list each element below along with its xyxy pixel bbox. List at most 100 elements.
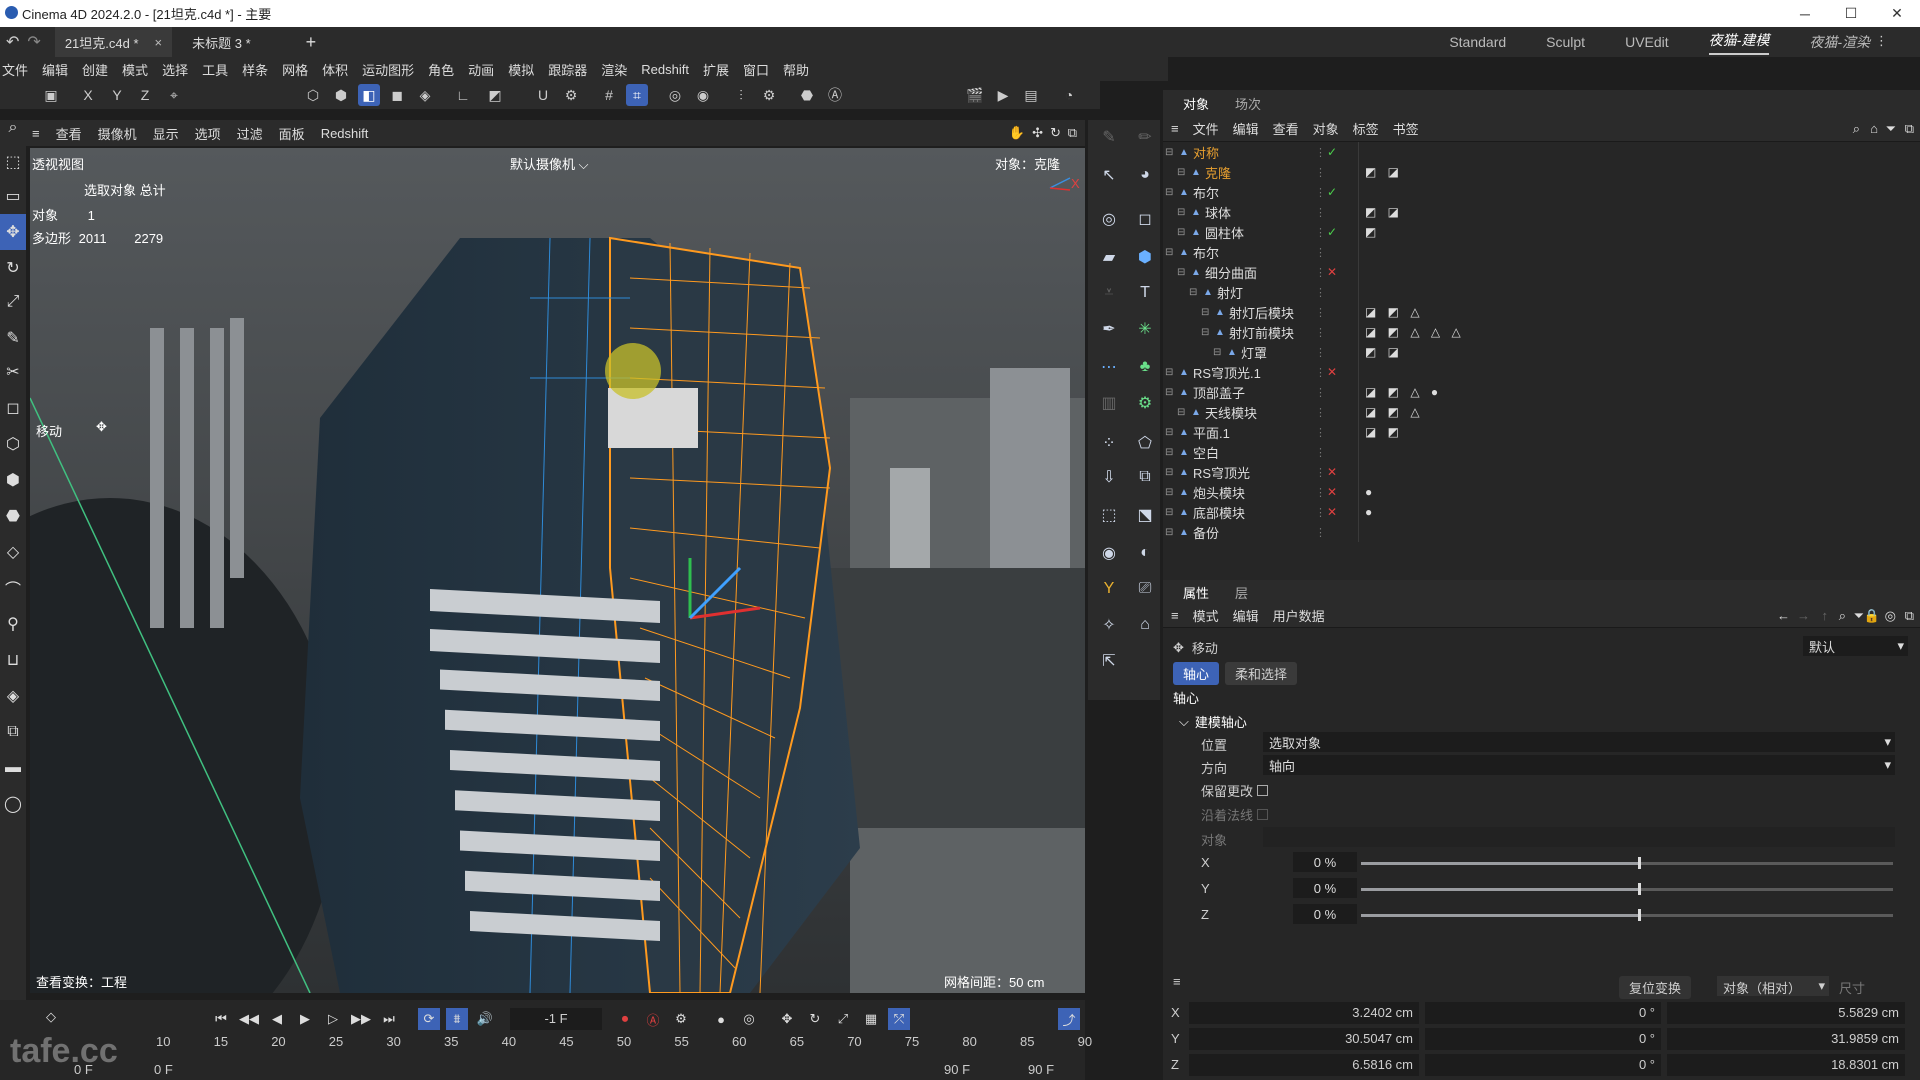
tree-row[interactable]: ⊟ ▲ 炮头模块 ⋮ ✕ ● (1163, 482, 1920, 502)
download-icon[interactable]: ⇩ (1096, 464, 1122, 490)
polygon-tool-icon[interactable]: ⬢ (0, 462, 26, 498)
object-menu-tags[interactable]: 标签 (1353, 119, 1379, 138)
tree-expand-icon[interactable]: ⊟ (1165, 387, 1173, 398)
menu-mograph[interactable]: 运动图形 (362, 60, 414, 79)
x-slider-knob[interactable] (1637, 857, 1641, 869)
dolly-icon[interactable]: ✣ (1032, 125, 1043, 141)
object-menu-icon[interactable]: ≡ (1171, 121, 1179, 136)
visibility-dots-icon[interactable]: ⋮ (1315, 466, 1326, 479)
tab-attributes[interactable]: 属性 (1177, 583, 1215, 602)
view-menu-view[interactable]: 查看 (56, 124, 82, 143)
orbit-icon[interactable]: ↻ (1050, 125, 1061, 141)
tree-row[interactable]: ⊟ ▲ 空白 ⋮ (1163, 442, 1920, 462)
coord-position-field[interactable]: 3.2402 cm (1189, 1002, 1419, 1024)
cube-primitive-icon[interactable]: ⬢ (1132, 244, 1158, 270)
tree-row[interactable]: ⊟ ▲ 布尔 ⋮ (1163, 242, 1920, 262)
timeline-ruler[interactable]: 10 15 20 25 30 35 40 45 50 55 60 65 70 75 80 85 90 (0, 1034, 1092, 1054)
magnet-icon[interactable]: U (532, 84, 554, 106)
cube-icon[interactable]: ⬡ (0, 426, 26, 462)
null-object-icon[interactable]: ◎ (1096, 206, 1122, 232)
menu-select[interactable]: 选择 (162, 60, 188, 79)
tree-row[interactable]: ⊟ ▲ 灯罩 ⋮ ◩ ◪ (1163, 342, 1920, 362)
y-field[interactable]: 0 % (1293, 878, 1357, 898)
keyframe-settings-icon[interactable]: ⚙ (670, 1008, 692, 1030)
visibility-dots-icon[interactable]: ⋮ (1315, 326, 1326, 339)
object-tags[interactable]: ● (1365, 505, 1376, 519)
attr-menu-mode[interactable]: 模式 (1193, 606, 1219, 625)
light-icon[interactable]: ⌂ (1132, 612, 1158, 638)
magnet-tool-icon[interactable]: ⊔ (0, 642, 26, 678)
tree-row[interactable]: ⊟ ▲ 球体 ⋮ ◩ ◪ (1163, 202, 1920, 222)
tree-row[interactable]: ⊟ ▲ 克隆 ⋮ ◩ ◪ (1163, 162, 1920, 182)
tab-layers[interactable]: 层 (1229, 583, 1254, 602)
reset-transform-button[interactable]: 复位变换 (1619, 976, 1692, 999)
preview-end[interactable]: 90 F (944, 1062, 970, 1077)
effector-icon[interactable]: ⚙ (1132, 390, 1158, 416)
tree-row[interactable]: ⊟ ▲ 圆柱体 ⋮ ✓ ◩ (1163, 222, 1920, 242)
axis-y-toggle[interactable]: Y (106, 84, 128, 106)
bridge-icon[interactable]: ⌒ (0, 570, 26, 606)
coords-mode-dropdown[interactable]: 对象（相对） ▾ (1717, 976, 1829, 996)
keep-changes-checkbox[interactable] (1257, 785, 1269, 796)
draw-icon[interactable]: ✏ (1132, 124, 1158, 150)
go-to-end-icon[interactable]: ⏭ (378, 1008, 400, 1030)
stairs-icon[interactable]: ⩡ (1096, 280, 1122, 306)
object-tags[interactable]: ◪ ◩ △ (1365, 405, 1424, 419)
undo-icon[interactable]: ↶ (6, 32, 19, 52)
sculpt-icon[interactable]: ◯ (0, 786, 26, 822)
go-to-start-icon[interactable]: ⏮ (210, 1008, 232, 1030)
tree-expand-icon[interactable]: ⊟ (1213, 347, 1221, 358)
tab-takes[interactable]: 场次 (1229, 94, 1267, 113)
square-icon[interactable]: ◻ (1132, 206, 1158, 232)
fps-icon[interactable]: ⩩ (446, 1008, 468, 1030)
tree-row[interactable]: ⊟ ▲ 射灯后模块 ⋮ ◪ ◩ △ (1163, 302, 1920, 322)
visibility-dots-icon[interactable]: ⋮ (1315, 206, 1326, 219)
menu-tools[interactable]: 工具 (202, 60, 228, 79)
layout-uvedit[interactable]: UVEdit (1625, 34, 1669, 50)
menu-help[interactable]: 帮助 (783, 60, 809, 79)
menu-edit[interactable]: 编辑 (42, 60, 68, 79)
visibility-dots-icon[interactable]: ⋮ (1315, 446, 1326, 459)
visibility-dots-icon[interactable]: ⋮ (1315, 506, 1326, 519)
forward-icon[interactable]: → (1797, 608, 1810, 623)
doc-tab-active[interactable]: 21坦克.c4d * × (54, 27, 173, 57)
object-link-field[interactable] (1263, 827, 1895, 847)
coord-rotation-field[interactable]: 0 ° (1425, 1054, 1661, 1076)
object-search-icon[interactable]: ⌕ (1853, 121, 1860, 137)
coord-rotation-field[interactable]: 0 ° (1425, 1002, 1661, 1024)
axis-x-toggle[interactable]: X (77, 84, 99, 106)
floor-icon[interactable]: ▰ (1096, 244, 1122, 270)
z-slider-knob[interactable] (1637, 909, 1641, 921)
close-tab-icon[interactable]: × (155, 35, 163, 50)
tree-expand-icon[interactable]: ⊟ (1201, 327, 1209, 338)
object-tags[interactable]: ◩ ◪ (1365, 205, 1403, 219)
polygon-mode-icon[interactable]: ◼ (386, 84, 408, 106)
visibility-dots-icon[interactable]: ⋮ (1315, 486, 1326, 499)
scene-icon[interactable]: ⬔ (1132, 502, 1158, 528)
play-icon[interactable]: ▶ (294, 1008, 316, 1030)
y-slider[interactable] (1361, 883, 1893, 895)
keyframe-diamond-icon[interactable]: ◇ (40, 1006, 62, 1028)
edge-mode-icon[interactable]: ◧ (358, 84, 380, 106)
menu-redshift[interactable]: Redshift (641, 62, 689, 77)
tree-row[interactable]: ⊟ ▲ 顶部盖子 ⋮ ◪ ◩ △ ● (1163, 382, 1920, 402)
tree-row[interactable]: ⊟ ▲ 备份 ⋮ (1163, 522, 1920, 542)
tree-expand-icon[interactable]: ⊟ (1165, 527, 1173, 538)
tree-expand-icon[interactable]: ⊟ (1177, 407, 1185, 418)
attr-filter-icon[interactable]: ⏷ (1854, 608, 1864, 624)
enable-flag-icon[interactable]: ✓ (1327, 225, 1337, 239)
tab-objects[interactable]: 对象 (1177, 94, 1215, 113)
layout-standard[interactable]: Standard (1449, 34, 1506, 50)
paint-icon[interactable]: ▬ (0, 750, 26, 786)
tree-expand-icon[interactable]: ⊟ (1165, 147, 1173, 158)
coord-size-field[interactable]: 5.5829 cm (1667, 1002, 1905, 1024)
layout-render[interactable]: 夜猫-渲染 (1809, 32, 1870, 52)
visibility-dots-icon[interactable]: ⋮ (1315, 146, 1326, 159)
timeline-end[interactable]: 90 F (1028, 1062, 1054, 1077)
dotted-line-icon[interactable]: ⋯ (1096, 354, 1122, 380)
object-tags[interactable]: ◪ ◩ △ (1365, 305, 1424, 319)
branch-icon[interactable]: Y (1096, 576, 1122, 602)
camera-label[interactable]: 默认摄像机 ⌵ (510, 154, 589, 173)
prev-frame-icon[interactable]: ◀ (266, 1008, 288, 1030)
attr-search-icon[interactable]: ⌕ (1839, 608, 1846, 624)
